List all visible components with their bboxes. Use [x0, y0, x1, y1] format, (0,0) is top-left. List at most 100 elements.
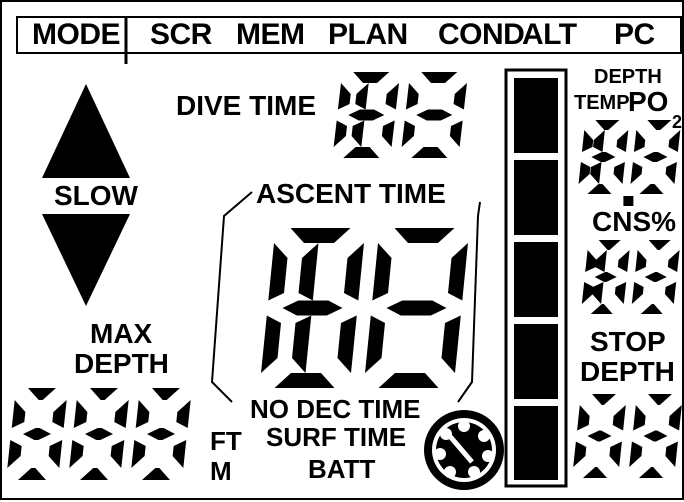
segment-g — [416, 109, 453, 121]
segment-g — [587, 430, 612, 442]
segment-a — [595, 120, 620, 130]
bar-graph-segment — [514, 324, 558, 399]
segment-c — [172, 440, 187, 468]
seven-segment-digit — [629, 394, 682, 478]
segment-b — [298, 243, 319, 301]
seven-segment-digit — [333, 72, 399, 158]
segment-b — [667, 250, 680, 272]
segment-b — [355, 83, 369, 110]
segment-g — [85, 428, 113, 440]
segment-g — [594, 272, 617, 282]
ascent-time-digits — [261, 228, 468, 388]
seven-segment-digit — [365, 228, 468, 388]
segment-d — [590, 304, 613, 314]
segment-b — [448, 243, 468, 301]
segment-d — [587, 184, 612, 194]
segment-b — [176, 400, 191, 428]
segment-e — [581, 282, 594, 304]
segment-a — [353, 72, 390, 83]
seven-segment-digit — [631, 240, 680, 314]
segment-b — [612, 405, 626, 431]
segment-b — [385, 83, 399, 110]
dive-time-digits — [333, 72, 467, 158]
segment-c — [613, 162, 625, 184]
segment-a — [152, 388, 180, 400]
segment-a — [647, 120, 672, 130]
segment-e — [629, 441, 643, 467]
segment-f — [577, 405, 590, 431]
segment-g — [348, 109, 385, 121]
segment-f — [585, 250, 597, 272]
segment-e — [131, 440, 146, 468]
segment-c — [337, 315, 357, 373]
segment-d — [378, 373, 439, 388]
segment-a — [598, 240, 621, 250]
segment-c — [441, 315, 461, 373]
cns-digits — [581, 240, 680, 314]
segment-c — [381, 120, 395, 147]
segment-a — [421, 72, 458, 83]
segment-c — [449, 120, 463, 147]
segment-b — [668, 405, 682, 431]
segment-b — [52, 400, 67, 428]
segment-e — [7, 440, 22, 468]
seven-segment-digit — [578, 120, 629, 194]
segment-b — [114, 400, 129, 428]
segment-c — [614, 282, 627, 304]
segment-e — [365, 315, 385, 373]
segment-a — [648, 394, 672, 405]
dive-gauge-icon — [424, 410, 504, 490]
segment-f — [268, 243, 288, 301]
stop-depth-digits — [573, 394, 682, 478]
segment-a — [648, 240, 671, 250]
segment-g — [23, 428, 51, 440]
segment-g — [386, 300, 447, 316]
seven-segment-digit — [573, 394, 626, 478]
seven-segment-digit — [69, 388, 129, 480]
segment-e — [630, 162, 643, 184]
lcd-graphics — [7, 16, 682, 490]
depth-temp-po2-digits — [578, 120, 681, 206]
lcd-display: MODE SCR MEM PLAN COND ALT PC DIVE TIME … — [0, 0, 684, 500]
seven-segment-digit — [630, 120, 681, 194]
segment-c — [592, 282, 604, 304]
seven-segment-digit — [131, 388, 191, 480]
segment-d — [639, 467, 663, 478]
segment-d — [583, 467, 607, 478]
segment-f — [635, 250, 647, 272]
segment-f — [633, 405, 646, 431]
segment-c — [590, 162, 602, 184]
segment-a — [28, 388, 56, 400]
segment-b — [617, 250, 630, 272]
bar-graph-segment — [514, 242, 558, 317]
bar-graph-segment — [514, 406, 558, 480]
segment-d — [274, 373, 335, 388]
segment-c — [609, 441, 622, 467]
segment-e — [261, 315, 281, 373]
max-depth-digits — [7, 388, 191, 480]
segment-f — [337, 83, 351, 110]
segment-f — [405, 83, 419, 110]
segment-c — [665, 162, 677, 184]
segment-e — [573, 441, 587, 467]
segment-d — [18, 468, 46, 480]
segment-d — [80, 468, 108, 480]
segment-c — [351, 120, 365, 147]
segment-f — [135, 400, 150, 428]
segment-f — [372, 243, 392, 301]
segment-b — [344, 243, 364, 301]
segment-e — [69, 440, 84, 468]
bar-graph-segment — [514, 78, 558, 153]
decimal-point — [623, 196, 634, 206]
segment-g — [643, 152, 668, 162]
segment-a — [290, 228, 351, 243]
ascent-frame-right — [457, 201, 481, 403]
seven-segment-digit — [401, 72, 467, 158]
triangle-up-icon — [42, 84, 130, 178]
segment-c — [48, 440, 63, 468]
segment-b — [616, 130, 629, 152]
segment-d — [142, 468, 170, 480]
segment-d — [411, 147, 448, 158]
segment-d — [343, 147, 380, 158]
segment-c — [664, 282, 677, 304]
